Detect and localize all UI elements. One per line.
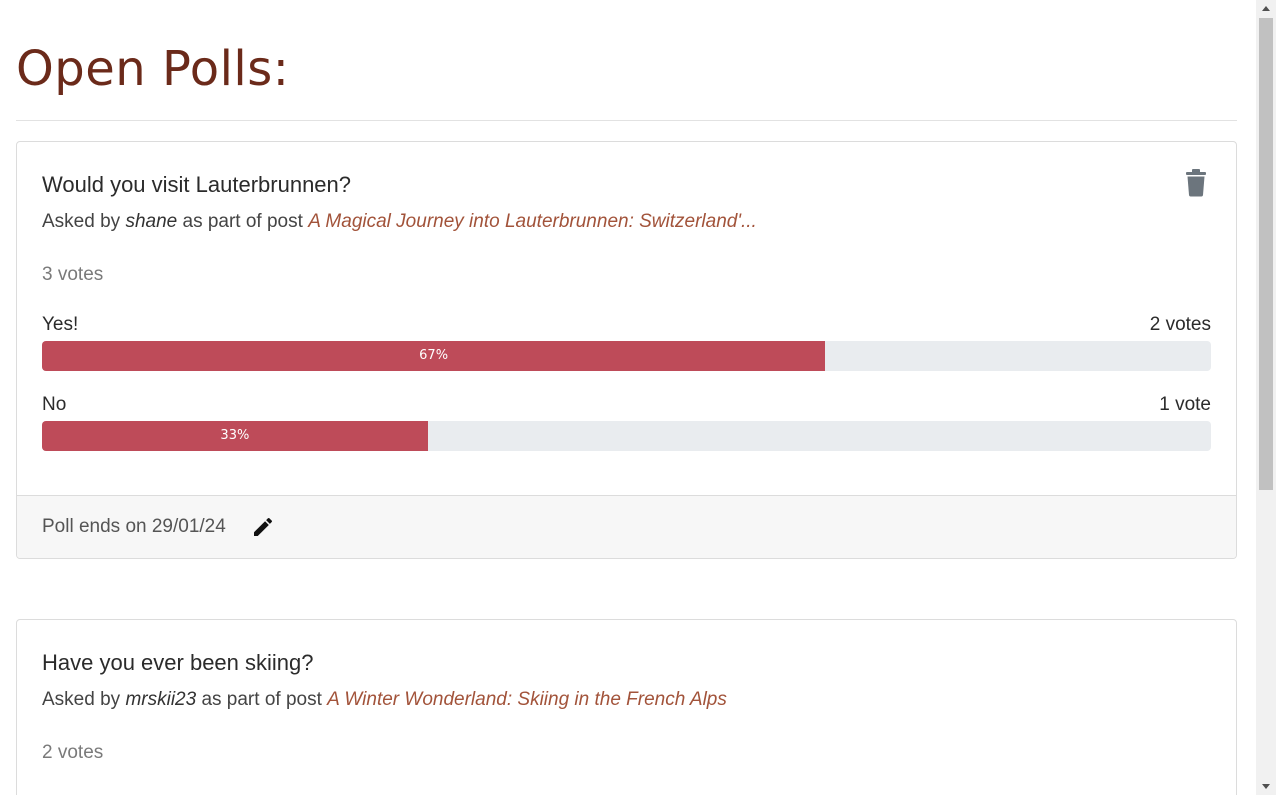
post-prefix-label: as part of post — [182, 211, 303, 232]
poll-meta: Asked by mrskii23 as part of post A Wint… — [42, 689, 727, 711]
poll-author: mrskii23 — [125, 689, 197, 710]
option-votes: 2 votes — [1149, 314, 1211, 335]
polls-page: Open Polls: Would you visit Lauterbrunne… — [0, 0, 1256, 795]
option-label: No — [42, 394, 67, 415]
poll-question: Would you visit Lauterbrunnen? — [42, 172, 352, 197]
poll-option[interactable]: No 1 vote 33% — [42, 394, 1211, 454]
progress-fill: 33% — [42, 421, 428, 451]
scrollbar-thumb[interactable] — [1259, 18, 1273, 490]
poll-meta: Asked by shane as part of post A Magical… — [42, 211, 757, 233]
asked-by-label: Asked by — [42, 689, 121, 710]
page-title: Open Polls: — [16, 41, 290, 97]
poll-author: shane — [125, 211, 178, 232]
poll-footer: Poll ends on 29/01/24 — [17, 495, 1236, 558]
trash-icon[interactable] — [1184, 169, 1208, 197]
poll-question: Have you ever been skiing? — [42, 650, 314, 675]
total-votes: 3 votes — [42, 264, 104, 285]
poll-card: Would you visit Lauterbrunnen? Asked by … — [16, 141, 1237, 559]
poll-card: Have you ever been skiing? Asked by mrsk… — [16, 619, 1237, 795]
option-label: Yes! — [42, 314, 79, 335]
progress-track: 33% — [42, 421, 1211, 451]
post-link[interactable]: A Winter Wonderland: Skiing in the Frenc… — [327, 689, 727, 710]
poll-option[interactable]: Yes! 2 votes 67% — [42, 314, 1211, 374]
title-divider — [16, 120, 1237, 121]
asked-by-label: Asked by — [42, 211, 121, 232]
scroll-down-arrow-icon[interactable] — [1256, 778, 1276, 795]
total-votes: 2 votes — [42, 742, 104, 763]
option-votes: 1 vote — [1159, 394, 1211, 415]
scroll-up-arrow-icon[interactable] — [1256, 0, 1276, 17]
post-link[interactable]: A Magical Journey into Lauterbrunnen: Sw… — [308, 211, 757, 232]
vertical-scrollbar[interactable] — [1256, 0, 1276, 795]
poll-end-date: Poll ends on 29/01/24 — [42, 516, 226, 537]
pencil-icon[interactable] — [251, 515, 275, 539]
progress-fill: 67% — [42, 341, 826, 371]
progress-track: 67% — [42, 341, 1211, 371]
post-prefix-label: as part of post — [201, 689, 322, 710]
